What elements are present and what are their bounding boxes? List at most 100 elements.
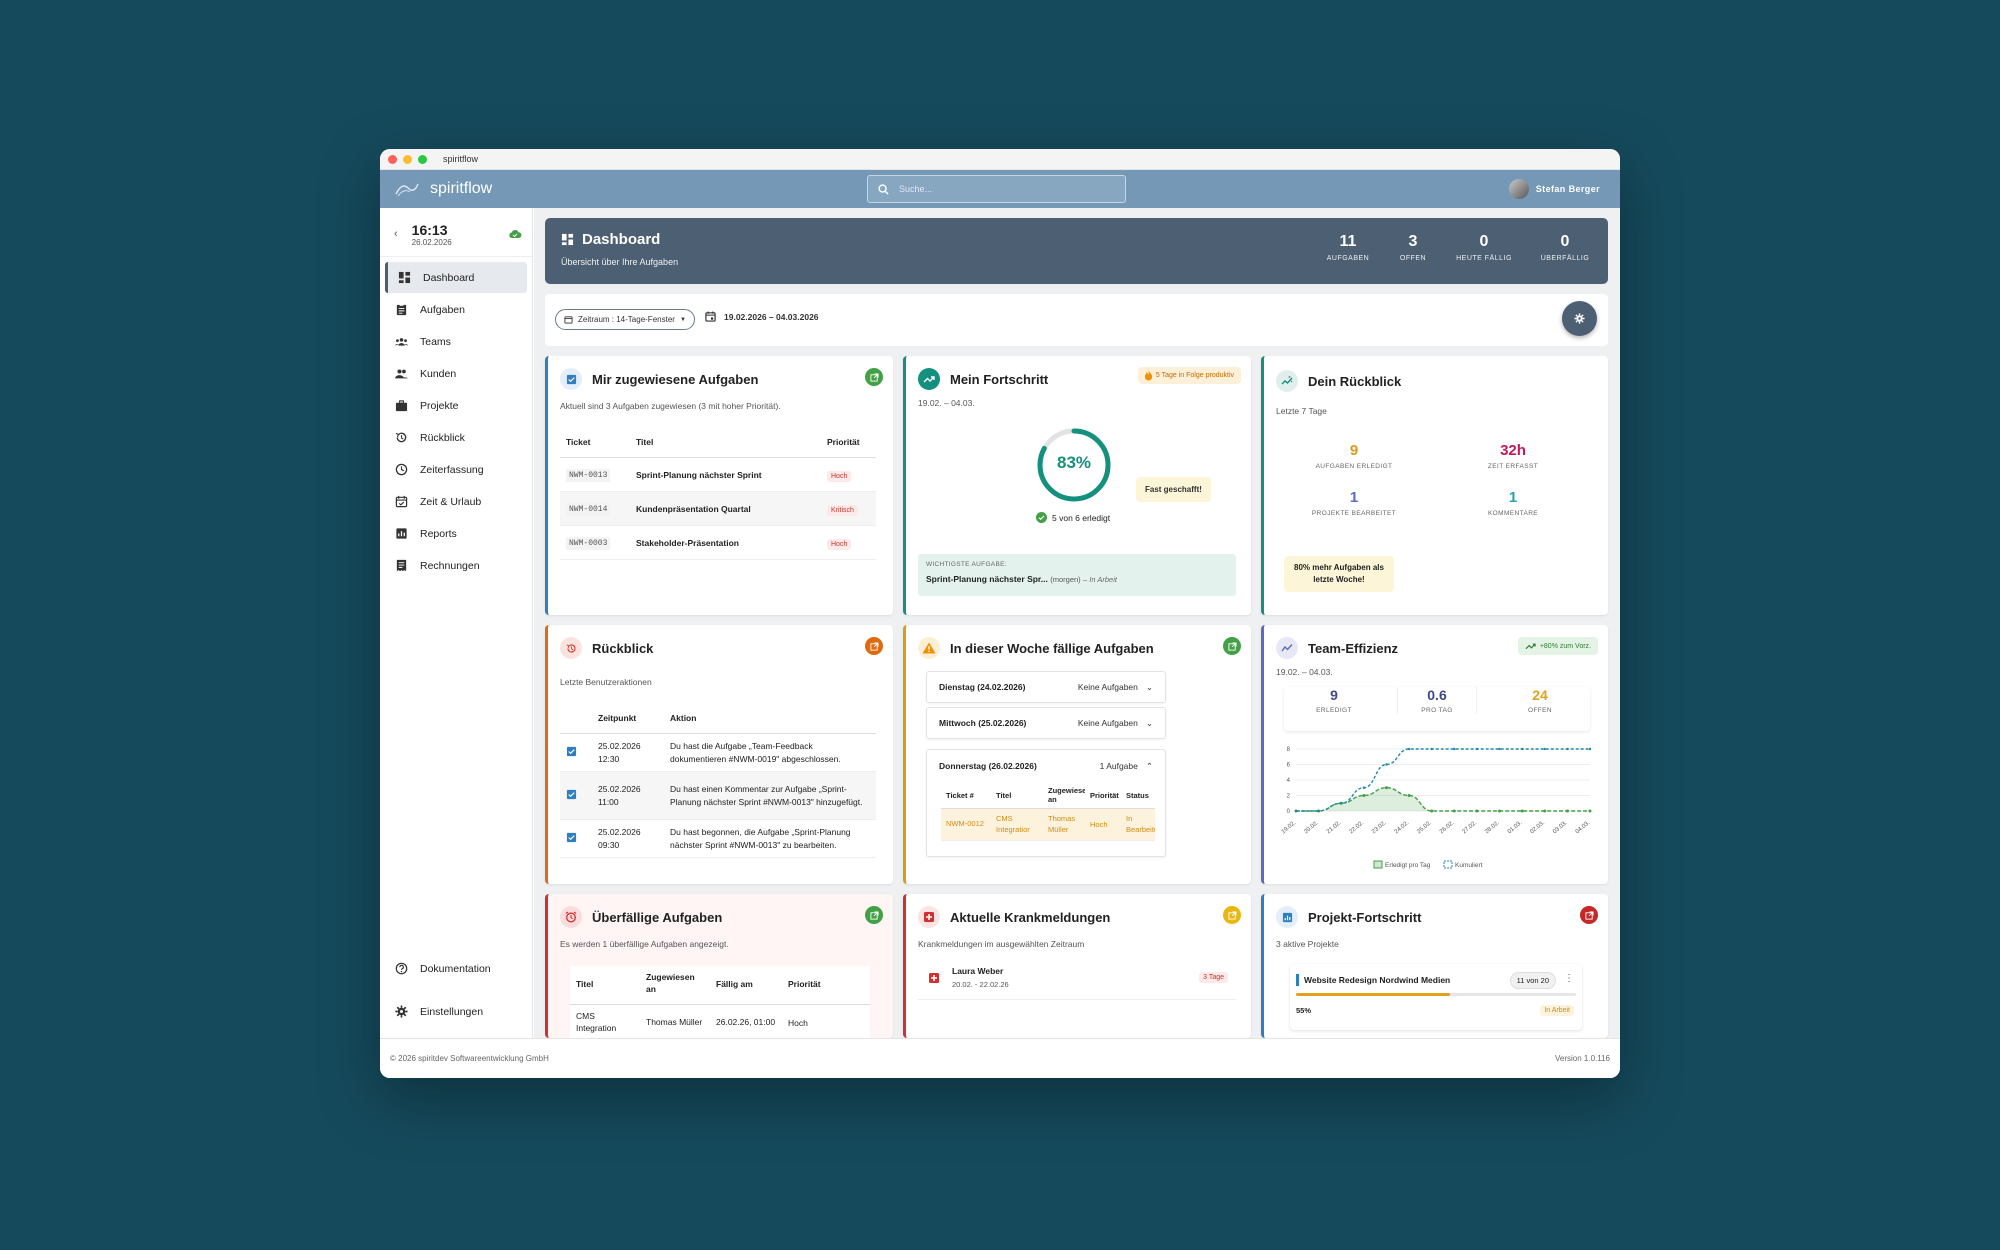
copyright: © 2026 spiritdev Softwareentwicklung Gmb… <box>390 1054 549 1063</box>
table-row[interactable]: NWM-0012 CMS Integratior Thomas Müller H… <box>941 808 1155 841</box>
data-point-erledigt <box>1565 809 1569 813</box>
clipboard-icon <box>396 303 407 316</box>
maximize-window-button[interactable] <box>418 154 427 164</box>
legend-swatch-kumuliert <box>1443 860 1453 869</box>
project-percent: 55% <box>1296 1006 1312 1015</box>
sick-notes-card: Aktuelle Krankmeldungen Krankmeldungen i… <box>903 894 1251 1038</box>
sick-note-row[interactable]: Laura Weber 20.02. - 22.02.26 3 Tage <box>918 964 1236 1000</box>
trending-up-icon <box>918 368 940 390</box>
task-title: Sprint-Planung nächster Sprint <box>630 457 821 492</box>
timeframe-select[interactable]: Zeitraum : 14-Tage-Fenster ▼ <box>555 309 695 330</box>
sidebar-item-einstellungen[interactable]: Einstellungen <box>385 996 527 1027</box>
important-task-box[interactable]: WICHTIGSTE AUFGABE: Sprint-Planung nächs… <box>918 554 1236 596</box>
open-external-button[interactable] <box>1580 906 1598 924</box>
open-external-button[interactable] <box>1223 906 1241 924</box>
date-range[interactable]: 19.02.2026 – 04.03.2026 <box>705 311 819 322</box>
stat-value: 3 <box>1408 233 1418 250</box>
open-external-button[interactable] <box>1223 637 1241 655</box>
sidebar-item-projekte[interactable]: Projekte <box>385 390 527 421</box>
stat-label: OFFEN <box>1527 707 1553 714</box>
medical-icon <box>918 906 940 928</box>
data-point-erledigt <box>1362 794 1366 797</box>
stat-label: ZEIT ERFASST <box>1487 463 1539 470</box>
sick-range: 20.02. - 22.02.26 <box>952 980 1009 989</box>
sidebar-bottom-nav: Dokumentation Einstellungen <box>380 952 532 1028</box>
sidebar-item-aufgaben[interactable]: Aufgaben <box>385 294 527 325</box>
day-panel-mittwoch[interactable]: Mittwoch (25.02.2026) Keine Aufgaben ⌄ <box>926 707 1166 739</box>
x-tick-label: 22.02. <box>1348 820 1365 836</box>
table-row[interactable]: NWM-0003 Stakeholder-Präsentation Hoch <box>560 525 876 560</box>
data-point-kumuliert <box>1498 747 1501 751</box>
sidebar-item-dashboard[interactable]: Dashboard <box>385 262 527 293</box>
day-panel-donnerstag[interactable]: Donnerstag (26.02.2026) 1 Aufgabe ⌃ Ticket… <box>926 749 1166 857</box>
activity-card: Rückblick Letzte Benutzeraktionen Zeitpu… <box>545 625 893 884</box>
search-input[interactable] <box>899 184 1099 194</box>
y-tick-label: 6 <box>1287 763 1291 769</box>
x-tick-label: 26.02. <box>1439 820 1456 836</box>
user-menu[interactable]: Stefan Berger <box>1508 179 1600 199</box>
close-window-button[interactable] <box>388 154 397 164</box>
sidebar-item-rueckblick[interactable]: Rückblick <box>385 422 527 453</box>
project-item[interactable]: Website Redesign Nordwind Medien 11 von … <box>1290 964 1582 1030</box>
stat-value: 9 <box>1349 442 1359 459</box>
activity-time: 25.02.2026 09:30 <box>592 819 664 858</box>
minimize-window-button[interactable] <box>403 154 412 164</box>
due-date: 26.02.26, 01:00 <box>710 1004 782 1038</box>
table-row[interactable]: 25.02.2026 09:30 Du hast begonnen, die Au… <box>560 819 876 858</box>
my-progress-card: Mein Fortschritt 5 Tage in Folge produkt… <box>903 356 1251 615</box>
data-point-kumuliert <box>1362 786 1366 789</box>
column-header: Aktion <box>664 707 876 734</box>
project-accent <box>1296 974 1299 986</box>
sidebar-item-rechnungen[interactable]: Rechnungen <box>385 550 527 581</box>
calendar-icon <box>564 316 573 324</box>
stat-offen: 3 OFFEN <box>1378 233 1448 262</box>
open-external-button[interactable] <box>865 637 883 655</box>
priority: Hoch <box>782 1004 870 1038</box>
sidebar-item-label: Rechnungen <box>420 559 480 572</box>
stat-heute-faellig: 0 HEUTE FÄLLIG <box>1449 233 1519 262</box>
insights-icon <box>1276 370 1298 392</box>
dashboard-settings-button[interactable] <box>1562 301 1597 336</box>
table-row[interactable]: CMS Integration Thomas Müller 26.02.26, … <box>570 1004 870 1038</box>
open-external-button[interactable] <box>865 368 883 386</box>
priority-badge: Kritisch <box>827 504 858 516</box>
day-panel-dienstag[interactable]: Dienstag (24.02.2026) Keine Aufgaben ⌄ <box>926 671 1166 703</box>
x-tick-label: 28.02. <box>1484 820 1501 836</box>
task-icon <box>566 746 577 757</box>
x-tick-label: 19.02. <box>1281 820 1298 836</box>
day-label: Dienstag (24.02.2026) <box>939 682 1026 692</box>
day-value: Keine Aufgaben <box>1077 718 1138 728</box>
ticket-id: NWM-0003 <box>566 537 611 550</box>
column-header: Titel <box>630 434 821 458</box>
stat-label: PROJEKTE BEARBEITET <box>1311 510 1397 517</box>
brand[interactable]: spiritflow <box>394 180 492 198</box>
sidebar-item-reports[interactable]: Reports <box>385 518 527 549</box>
legend-label-kumuliert: Kumuliert <box>1455 862 1483 869</box>
table-row[interactable]: 25.02.2026 12:30 Du hast die Aufgabe „Tea… <box>560 733 876 772</box>
table-row[interactable]: NWM-0013 Sprint-Planung nächster Sprint Ho… <box>560 457 876 492</box>
task-title: CMS Integration <box>570 1004 640 1038</box>
open-external-button[interactable] <box>865 906 883 924</box>
sidebar-item-kunden[interactable]: Kunden <box>385 358 527 389</box>
sidebar-item-label: Teams <box>420 335 451 348</box>
sidebar-item-label: Zeit & Urlaub <box>420 495 482 508</box>
sidebar-item-label: Projekte <box>420 399 459 412</box>
activity-time: 25.02.2026 12:30 <box>592 733 664 772</box>
search-box[interactable] <box>867 175 1126 203</box>
sidebar-item-dokumentation[interactable]: Dokumentation <box>385 953 527 984</box>
sidebar-item-teams[interactable]: Teams <box>385 326 527 357</box>
table-row[interactable]: NWM-0014 Kundenpräsentation Quartal Kritis… <box>560 491 876 526</box>
table-row[interactable]: 25.02.2026 11:00 Du hast einen Kommentar … <box>560 771 876 820</box>
x-tick-label: 21.02. <box>1326 820 1343 836</box>
sidebar-item-zeit-urlaub[interactable]: Zeit & Urlaub <box>385 486 527 517</box>
column-header: Zugewiese an <box>1043 782 1085 809</box>
stat-value: 1 <box>1349 489 1359 506</box>
stat-label: AUFGABEN ERLEDIGT <box>1315 463 1393 470</box>
important-status: – In Arbeit <box>1083 575 1117 584</box>
stat-aufgaben: 11 AUFGABEN <box>1313 233 1383 262</box>
sidebar-item-zeiterfassung[interactable]: Zeiterfassung <box>385 454 527 485</box>
review-stat: 9 AUFGABEN ERLEDIGT <box>1294 442 1414 470</box>
project-progress-bar <box>1296 993 1450 996</box>
more-icon[interactable]: ⋮ <box>1564 973 1574 984</box>
progress-bubble: Fast geschafft! <box>1136 477 1211 502</box>
